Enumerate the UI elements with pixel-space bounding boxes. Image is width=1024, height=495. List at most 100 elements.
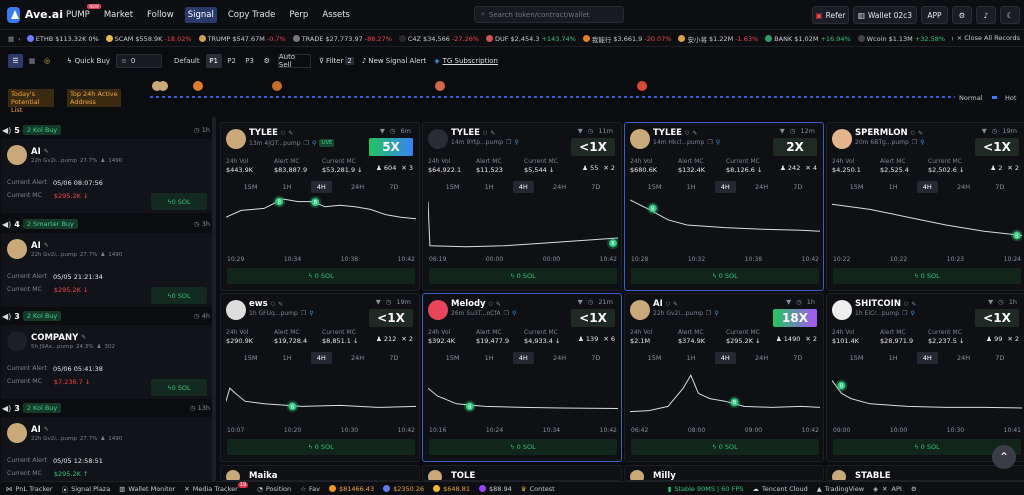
x-link[interactable]: ✕ <box>882 485 887 493</box>
link-icon[interactable]: ⚲ <box>512 310 516 317</box>
buy-button[interactable]: ϟ 0 SOL <box>227 268 415 284</box>
fav[interactable]: ☆ Fav <box>300 485 320 493</box>
timeframe-tab[interactable]: 24H <box>547 181 572 193</box>
timeline-avatar[interactable] <box>435 81 445 91</box>
nav-pump[interactable]: PUMP NEW <box>63 3 101 23</box>
buy-button[interactable]: ϟ 0 SOL <box>631 439 819 455</box>
timeframe-tab[interactable]: 15M <box>440 181 466 193</box>
timeframe-tab[interactable]: 24H <box>951 352 976 364</box>
signal-card[interactable]: TYLEE ○ ✎ 13m 4jQT...pump ❐ ⚲ LIVE ▼ ◷ 6m 5X 24… <box>220 122 420 291</box>
copy-icon[interactable]: ❐ <box>912 139 917 146</box>
timeframe-tab[interactable]: 15M <box>238 352 264 364</box>
timeframe-tab[interactable]: 15M <box>844 352 870 364</box>
ticker-item[interactable]: BANK $1.02M +16.94% <box>765 34 851 44</box>
signal-card[interactable]: Maika <box>220 465 420 481</box>
top-active-address[interactable]: Top 24h Active Address <box>67 89 121 107</box>
position[interactable]: ◔ Position <box>257 485 291 493</box>
timeframe-tab[interactable]: 15M <box>642 352 668 364</box>
chain-button[interactable]: ◎ <box>41 54 53 68</box>
timeframe-tab[interactable]: 1H <box>883 352 904 364</box>
nav-signal[interactable]: Signal <box>184 6 217 23</box>
timeframe-tab[interactable]: 1H <box>479 352 500 364</box>
timeline-avatar[interactable] <box>272 81 282 91</box>
filter-icon[interactable]: ▼ <box>780 127 785 135</box>
link-icon[interactable]: ⚲ <box>312 140 316 147</box>
timeframe-tab[interactable]: 1H <box>883 181 904 193</box>
timeframe-tab[interactable]: 4H <box>916 352 938 364</box>
edit-icon[interactable]: ✎ <box>496 301 501 308</box>
ticker-item[interactable]: 安小将 $1.22M -1.63% <box>678 34 758 44</box>
left-token-card[interactable]: COMPANY ✎ 5h J9Ax...pump 24.3% ♟ 302 Curr… <box>1 325 212 399</box>
signal-card[interactable]: AI ○ ✎ 22h Gv2i...pump ❐ ⚲ ▼ ◷ 1h 18X 24h Vol $… <box>624 293 824 462</box>
contest[interactable]: ♛ Contest <box>521 485 555 493</box>
timeframe-tab[interactable]: 24H <box>951 181 976 193</box>
info-icon[interactable]: ○ <box>685 130 689 136</box>
timeframe-tab[interactable]: 4H <box>512 181 534 193</box>
edit-icon[interactable]: ✎ <box>278 301 283 308</box>
buy-button[interactable]: ϟ 0 SOL <box>151 379 207 396</box>
edit-icon[interactable]: ✎ <box>692 130 697 137</box>
signal-card[interactable]: TYLEE ○ ✎ 14m 9Ytp...pump ❐ ⚲ ▼ ◷ 11m <1X 24h … <box>422 122 622 291</box>
link-icon[interactable]: ⚲ <box>309 310 313 317</box>
buy-button[interactable]: ϟ 0 SOL <box>429 268 617 284</box>
info-icon[interactable]: ○ <box>281 130 285 136</box>
copy-icon[interactable]: ❐ <box>304 140 309 147</box>
edit-icon[interactable]: ✎ <box>81 334 86 341</box>
wallet-button[interactable]: ▥ Wallet 02c3 <box>853 6 917 24</box>
settings-button[interactable]: ⚙ <box>952 6 972 24</box>
filter-icon[interactable]: ▼ <box>786 298 791 306</box>
filter-button[interactable]: ⊽ Filter 2 <box>319 57 354 65</box>
timeframe-tab[interactable]: 24H <box>749 181 774 193</box>
edit-icon[interactable]: ✎ <box>44 426 49 433</box>
left-token-card[interactable]: AI ✎ 22h Gv2i...pump 27.7% ♟ 1490 Current… <box>1 417 212 489</box>
scroll-top-button[interactable]: ⌃ <box>992 445 1016 469</box>
timeframe-tab[interactable]: 24H <box>345 181 370 193</box>
api-link[interactable]: API <box>892 485 902 493</box>
buy-button[interactable]: ϟ 0 SOL <box>227 439 415 455</box>
timeframe-tab[interactable]: 1H <box>277 181 298 193</box>
ticker-item[interactable]: SCAM $558.9K -18.02% <box>105 34 192 44</box>
search-input[interactable]: ⌕ Search token/contract/wallet <box>474 6 624 23</box>
app-button[interactable]: APP <box>921 6 948 24</box>
timeframe-tab[interactable]: 7D <box>383 352 404 364</box>
left-token-card[interactable]: AI ✎ 22h Gv2i...pump 27.7% ♟ 1490 Current… <box>1 233 212 307</box>
copy-icon[interactable]: ❐ <box>707 139 712 146</box>
signal-plaza[interactable]: ⦿ Signal Plaza <box>62 484 111 494</box>
chevron-left-icon[interactable]: ‹ <box>18 35 21 43</box>
signal-card[interactable]: Milly <box>624 465 824 481</box>
timeframe-tab[interactable]: 7D <box>787 352 808 364</box>
info-icon[interactable]: ○ <box>666 301 670 307</box>
chart-toggle-icon[interactable]: ▦ <box>8 35 14 43</box>
info-icon[interactable]: ○ <box>911 130 915 136</box>
buy-button[interactable]: ϟ 0 SOL <box>151 193 207 210</box>
signal-card[interactable]: SHITCOIN ○ ✎ 1h EiCr...pump ❐ ⚲ ▼ ◷ 1h <1X 24h… <box>826 293 1024 462</box>
logo[interactable]: Ave.ai <box>7 6 63 23</box>
nav-assets[interactable]: Assets <box>319 7 353 23</box>
edit-icon[interactable]: ✎ <box>44 242 49 249</box>
settings-icon[interactable]: ⚙ <box>911 485 917 493</box>
new-signal-alert[interactable]: ♪ New Signal Alert <box>362 57 426 65</box>
info-icon[interactable]: ○ <box>271 301 275 307</box>
copy-icon[interactable]: ❐ <box>504 310 509 317</box>
timeframe-tab[interactable]: 15M <box>440 352 466 364</box>
link-icon[interactable]: ⚲ <box>714 310 718 317</box>
timeframe-tab[interactable]: 15M <box>238 181 264 193</box>
ticker-item[interactable]: DUF $2,454.3 +143.74% <box>486 34 576 44</box>
timeframe-tab[interactable]: 4H <box>714 352 736 364</box>
nav-perp[interactable]: Perp <box>286 7 311 23</box>
edit-icon[interactable]: ✎ <box>911 301 916 308</box>
edit-icon[interactable]: ✎ <box>288 130 293 137</box>
pnl-tracker[interactable]: ⋈ PnL Tracker <box>6 485 53 493</box>
timeframe-tab[interactable]: 7D <box>383 181 404 193</box>
wallet-monitor[interactable]: ▥ Wallet Monitor <box>119 485 175 493</box>
filter-icon[interactable]: ▼ <box>376 298 381 306</box>
edit-icon[interactable]: ✎ <box>918 130 923 137</box>
edit-icon[interactable]: ✎ <box>44 148 49 155</box>
left-token-card[interactable]: AI ✎ 22h Gv2i...pump 27.7% ♟ 1490 Current… <box>1 139 212 213</box>
settings-icon[interactable]: ⚙ <box>264 57 270 65</box>
ticker-item[interactable]: TRUMP $547.67M -0.7% <box>198 34 286 44</box>
signal-card[interactable]: SPERMLON ○ ✎ 20m 6BTg...pump ❐ ⚲ ▼ ◷ 19m <1X 2… <box>826 122 1024 291</box>
buy-button[interactable]: ϟ 0 SOL <box>833 268 1021 284</box>
buy-button[interactable]: ϟ 0 SOL <box>631 268 819 284</box>
filter-icon[interactable]: ▼ <box>578 127 583 135</box>
